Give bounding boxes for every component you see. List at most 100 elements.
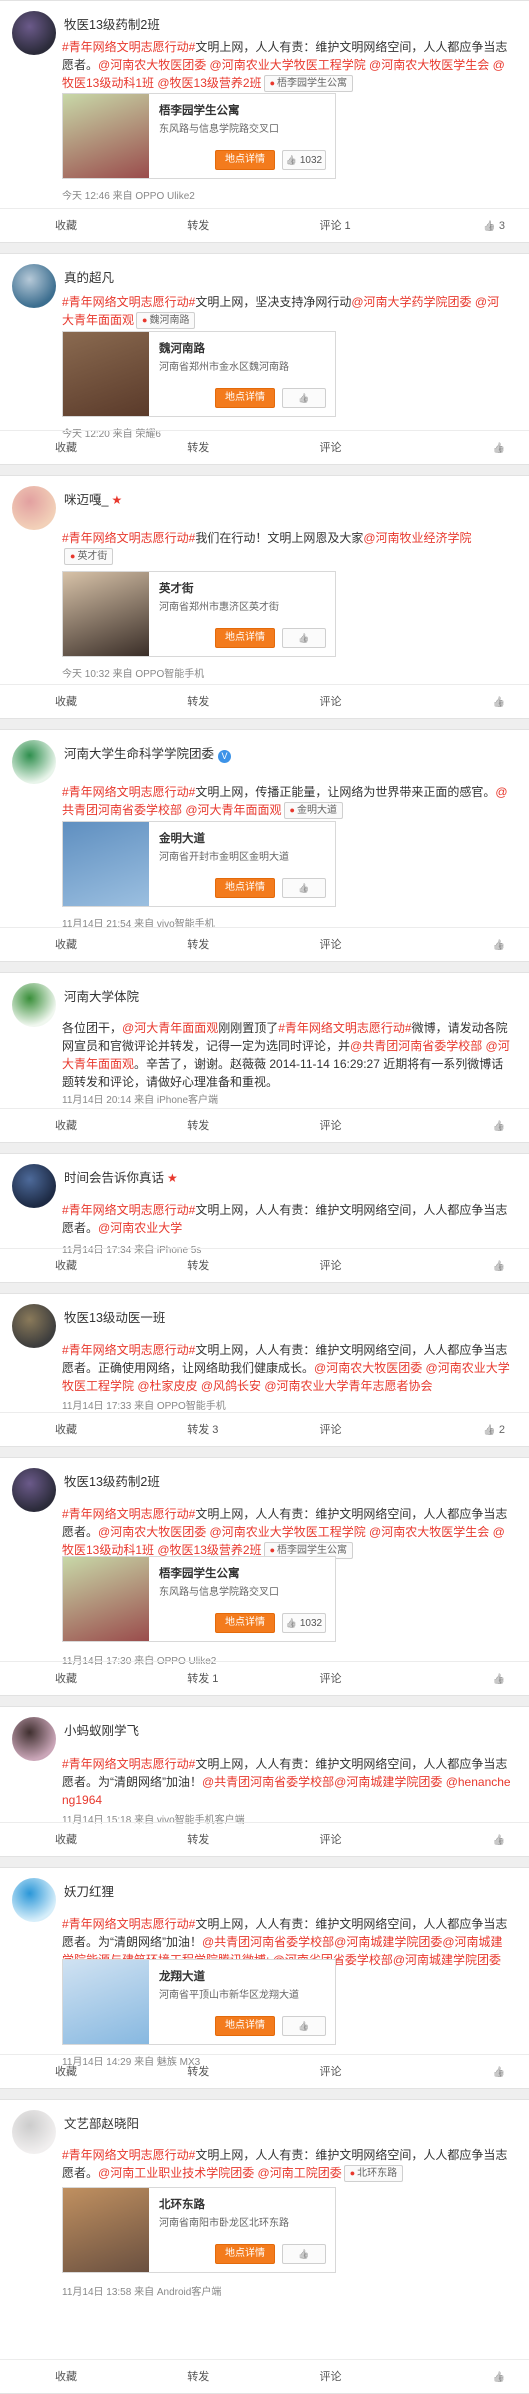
- mention-link[interactable]: @河南工业职业技术学院团委 @河南工院团委: [98, 2166, 342, 2180]
- user-name[interactable]: 真的超凡: [64, 267, 114, 286]
- favorite-button[interactable]: 收藏: [0, 1662, 132, 1695]
- like-button[interactable]: 👍: [397, 1662, 529, 1695]
- avatar[interactable]: [12, 1164, 56, 1208]
- like-button[interactable]: 👍 2: [397, 1413, 529, 1446]
- location-like-button[interactable]: 👍: [282, 878, 326, 898]
- location-details-button[interactable]: 地点详情: [215, 2244, 275, 2264]
- location-card[interactable]: 梧李园学生公寓 东风路与信息学院路交叉口 地点详情 👍 1032: [62, 1556, 336, 1642]
- avatar[interactable]: [12, 264, 56, 308]
- location-details-button[interactable]: 地点详情: [215, 150, 275, 170]
- location-like-button[interactable]: 👍: [282, 388, 326, 408]
- location-card[interactable]: 北环东路 河南省南阳市卧龙区北环东路 地点详情 👍: [62, 2187, 336, 2273]
- favorite-button[interactable]: 收藏: [0, 1109, 132, 1142]
- favorite-button[interactable]: 收藏: [0, 209, 132, 242]
- location-details-button[interactable]: 地点详情: [215, 2016, 275, 2036]
- favorite-button[interactable]: 收藏: [0, 1249, 132, 1282]
- location-like-button[interactable]: 👍 1032: [282, 150, 326, 170]
- comment-button[interactable]: 评论: [265, 685, 397, 718]
- favorite-button[interactable]: 收藏: [0, 1823, 132, 1856]
- repost-button[interactable]: 转发: [132, 1823, 264, 1856]
- avatar[interactable]: [12, 740, 56, 784]
- like-button[interactable]: 👍: [397, 1823, 529, 1856]
- mention-link[interactable]: #青年网络文明志愿行动#: [62, 785, 195, 799]
- favorite-button[interactable]: 收藏: [0, 2055, 132, 2088]
- mention-link[interactable]: @河大青年面面观: [122, 1021, 218, 1035]
- location-card[interactable]: 龙翔大道 河南省平顶山市新华区龙翔大道 地点详情 👍: [62, 1959, 336, 2045]
- like-button[interactable]: 👍: [397, 928, 529, 961]
- location-card[interactable]: 英才街 河南省郑州市惠济区英才街 地点详情 👍: [62, 571, 336, 657]
- like-button[interactable]: 👍: [397, 2360, 529, 2393]
- repost-button[interactable]: 转发 3: [132, 1413, 264, 1446]
- favorite-button[interactable]: 收藏: [0, 928, 132, 961]
- mention-link[interactable]: #青年网络文明志愿行动#: [62, 1757, 195, 1771]
- location-like-button[interactable]: 👍 1032: [282, 1613, 326, 1633]
- avatar[interactable]: [12, 486, 56, 530]
- like-button[interactable]: 👍: [397, 431, 529, 464]
- repost-button[interactable]: 转发: [132, 1249, 264, 1282]
- repost-button[interactable]: 转发: [132, 2360, 264, 2393]
- user-name[interactable]: 河南大学体院: [64, 986, 139, 1005]
- mention-link[interactable]: #青年网络文明志愿行动#: [62, 40, 195, 54]
- comment-button[interactable]: 评论: [265, 1823, 397, 1856]
- mention-link[interactable]: #青年网络文明志愿行动#: [62, 1343, 195, 1357]
- favorite-button[interactable]: 收藏: [0, 431, 132, 464]
- location-like-button[interactable]: 👍: [282, 628, 326, 648]
- repost-button[interactable]: 转发: [132, 1109, 264, 1142]
- repost-button[interactable]: 转发: [132, 2055, 264, 2088]
- mention-link[interactable]: #青年网络文明志愿行动#: [278, 1021, 411, 1035]
- location-card[interactable]: 梧李园学生公寓 东风路与信息学院路交叉口 地点详情 👍 1032: [62, 93, 336, 179]
- comment-button[interactable]: 评论: [265, 2055, 397, 2088]
- comment-button[interactable]: 评论: [265, 1413, 397, 1446]
- location-tag[interactable]: ● 魏河南路: [136, 312, 196, 329]
- user-name[interactable]: 时间会告诉你真话 ★: [64, 1167, 178, 1186]
- avatar[interactable]: [12, 983, 56, 1027]
- mention-link[interactable]: #青年网络文明志愿行动#: [62, 295, 195, 309]
- mention-link[interactable]: #青年网络文明志愿行动#: [62, 1507, 195, 1521]
- repost-button[interactable]: 转发: [132, 431, 264, 464]
- avatar[interactable]: [12, 1717, 56, 1761]
- like-button[interactable]: 👍: [397, 685, 529, 718]
- mention-link[interactable]: #青年网络文明志愿行动#: [62, 2148, 195, 2162]
- location-like-button[interactable]: 👍: [282, 2016, 326, 2036]
- location-like-button[interactable]: 👍: [282, 2244, 326, 2264]
- location-card[interactable]: 魏河南路 河南省郑州市金水区魏河南路 地点详情 👍: [62, 331, 336, 417]
- user-name[interactable]: 咪迈嘎_ ★: [64, 489, 122, 508]
- location-tag[interactable]: ● 北环东路: [343, 2165, 404, 2182]
- location-tag[interactable]: ● 梧李园学生公寓: [263, 75, 353, 92]
- avatar[interactable]: [12, 11, 56, 55]
- user-name[interactable]: 牧医13级药制2班: [64, 14, 160, 33]
- comment-button[interactable]: 评论: [265, 1662, 397, 1695]
- location-details-button[interactable]: 地点详情: [215, 628, 275, 648]
- user-name[interactable]: 河南大学生命科学学院团委 V: [64, 743, 232, 763]
- like-button[interactable]: 👍: [397, 1249, 529, 1282]
- user-name[interactable]: 牧医13级动医一班: [64, 1307, 165, 1326]
- mention-link[interactable]: @河南牧业经济学院: [363, 531, 471, 545]
- comment-button[interactable]: 评论: [265, 928, 397, 961]
- avatar[interactable]: [12, 1304, 56, 1348]
- repost-button[interactable]: 转发: [132, 685, 264, 718]
- avatar[interactable]: [12, 1878, 56, 1922]
- avatar[interactable]: [12, 2110, 56, 2154]
- like-button[interactable]: 👍: [397, 2055, 529, 2088]
- location-tag[interactable]: ● 英才街: [64, 548, 114, 565]
- avatar[interactable]: [12, 1468, 56, 1512]
- favorite-button[interactable]: 收藏: [0, 2360, 132, 2393]
- user-name[interactable]: 小蚂蚁刚学飞: [64, 1720, 139, 1739]
- comment-button[interactable]: 评论 1: [265, 209, 397, 242]
- comment-button[interactable]: 评论: [265, 1109, 397, 1142]
- comment-button[interactable]: 评论: [265, 431, 397, 464]
- location-details-button[interactable]: 地点详情: [215, 388, 275, 408]
- favorite-button[interactable]: 收藏: [0, 1413, 132, 1446]
- location-tag[interactable]: ● 金明大道: [283, 802, 343, 819]
- mention-link[interactable]: #青年网络文明志愿行动#: [62, 1917, 195, 1931]
- repost-button[interactable]: 转发: [132, 209, 264, 242]
- repost-button[interactable]: 转发 1: [132, 1662, 264, 1695]
- user-name[interactable]: 文艺部赵晓阳: [64, 2113, 139, 2132]
- location-details-button[interactable]: 地点详情: [215, 878, 275, 898]
- user-name[interactable]: 牧医13级药制2班: [64, 1471, 160, 1490]
- mention-link[interactable]: @河南农业大学: [98, 1221, 182, 1235]
- mention-link[interactable]: #青年网络文明志愿行动#: [62, 1203, 195, 1217]
- like-button[interactable]: 👍: [397, 1109, 529, 1142]
- comment-button[interactable]: 评论: [265, 1249, 397, 1282]
- location-details-button[interactable]: 地点详情: [215, 1613, 275, 1633]
